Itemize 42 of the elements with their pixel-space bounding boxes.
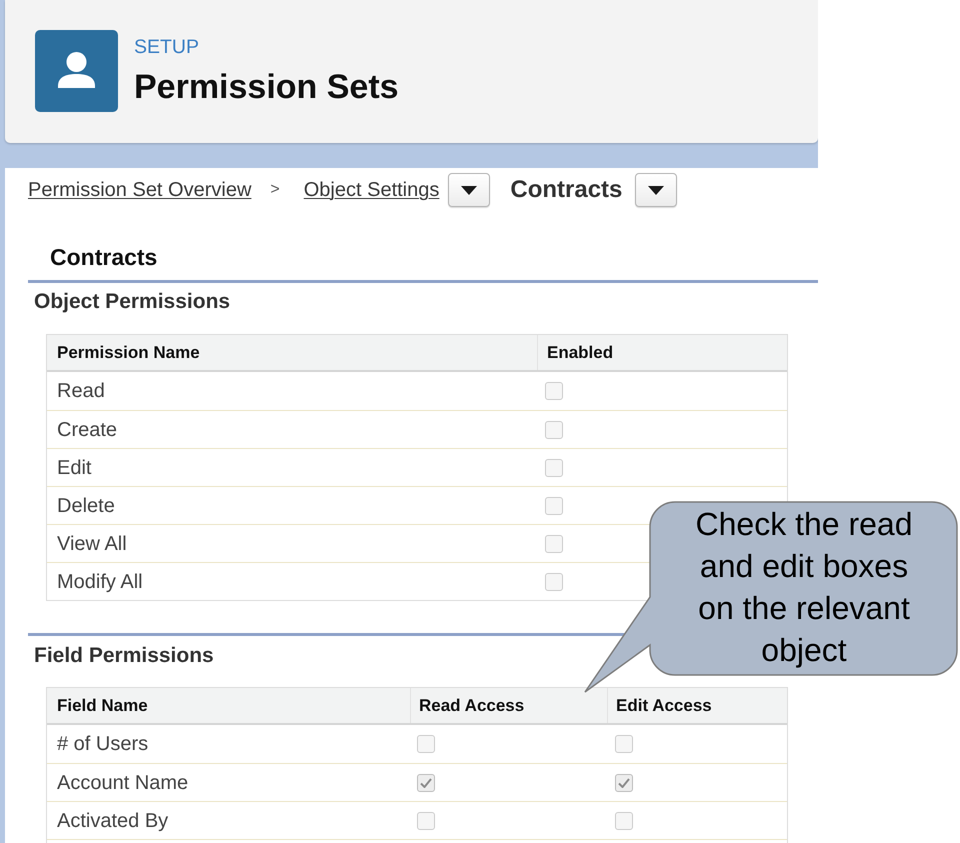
checkbox[interactable] [615, 774, 633, 792]
checkbox[interactable] [545, 458, 563, 476]
table-cell-text: Account Name [56, 770, 190, 796]
table-cell-text: View All [56, 532, 128, 556]
breadcrumb-separator: > [270, 180, 280, 200]
column-header: Field Name [56, 694, 149, 717]
callout-text: Check the read and edit boxes on the relevant object [694, 505, 914, 670]
checkbox[interactable] [417, 812, 435, 830]
check-icon [618, 778, 630, 788]
header-eyebrow: SETUP [134, 35, 200, 59]
check-icon [420, 778, 432, 788]
breadcrumb-link[interactable]: Permission Set Overview [28, 175, 252, 205]
checkbox[interactable] [615, 735, 633, 753]
page-title: Permission Sets [134, 67, 399, 107]
column-header: Permission Name [56, 342, 201, 364]
caret-down-icon [461, 186, 478, 194]
user-icon [35, 30, 118, 112]
table-cell-text: Create [56, 418, 118, 442]
section-title: Object Permissions [34, 289, 230, 315]
column-header: Enabled [537, 335, 787, 370]
checkbox[interactable] [417, 774, 435, 792]
checkbox[interactable] [417, 735, 435, 753]
section-heading: Contracts [50, 243, 158, 271]
table-cell-text: Activated By [56, 808, 170, 834]
checkbox[interactable] [545, 496, 563, 514]
breadcrumb-link[interactable]: Object Settings [304, 175, 440, 205]
breadcrumb-current: Contracts [510, 175, 622, 205]
column-header: Edit Access [607, 688, 787, 723]
table-cell-text: Delete [56, 494, 116, 518]
table-cell-text: # of Users [56, 732, 150, 757]
table-cell-text: Read [56, 379, 106, 404]
table-cell-text: Modify All [56, 570, 144, 594]
table-cell-text: Edit [56, 456, 92, 480]
dropdown-button[interactable] [448, 173, 490, 207]
checkbox[interactable] [545, 420, 563, 438]
dropdown-button[interactable] [635, 173, 678, 207]
checkbox[interactable] [545, 382, 563, 400]
checkbox[interactable] [545, 572, 563, 590]
section-title: Field Permissions [34, 643, 214, 669]
caret-down-icon [648, 186, 664, 194]
checkbox[interactable] [615, 812, 633, 830]
checkbox[interactable] [545, 534, 563, 552]
